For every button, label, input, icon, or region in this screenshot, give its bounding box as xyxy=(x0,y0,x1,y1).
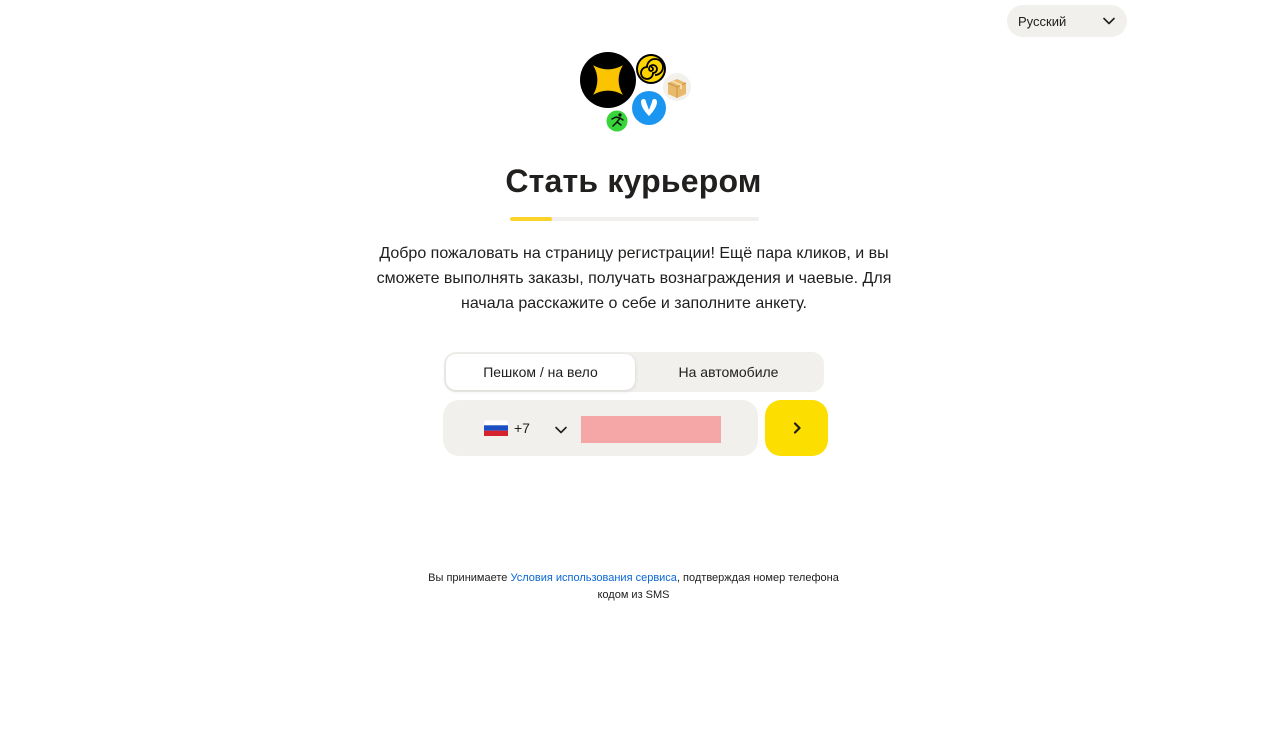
tab-walk-bike[interactable]: Пешком / на вело xyxy=(446,354,635,390)
chevron-right-icon xyxy=(793,422,801,434)
courier-type-tabs: Пешком / на вело На автомобиле xyxy=(444,352,824,392)
terms-prefix: Вы принимаете xyxy=(428,572,511,584)
progress-fill xyxy=(510,217,553,221)
registration-progress-bar xyxy=(510,217,759,221)
intro-text: Добро пожаловать на страницу регистрации… xyxy=(376,245,892,312)
blue-heart-icon xyxy=(630,89,668,127)
box-icon xyxy=(663,73,691,101)
country-selector[interactable]: +7 xyxy=(484,417,530,439)
spiral-icon xyxy=(636,54,666,84)
language-selector[interactable]: Русский xyxy=(1007,5,1127,37)
next-button[interactable] xyxy=(765,400,828,456)
phone-field: +7 xyxy=(443,400,758,456)
chevron-down-icon[interactable] xyxy=(555,421,567,439)
phone-number-input[interactable] xyxy=(581,416,721,443)
terms-link[interactable]: Условия использования сервиса xyxy=(510,572,677,584)
tab-car[interactable]: На автомобиле xyxy=(635,354,822,390)
app-logo-cluster xyxy=(578,50,696,134)
page-title: Стать курьером xyxy=(505,163,762,199)
runner-icon xyxy=(605,109,629,133)
language-value: Русский xyxy=(1018,13,1067,29)
terms-suffix: , подтверждая номер телефона xyxy=(676,572,839,584)
country-code: +7 xyxy=(514,420,530,436)
registration-page: Русский Стать курьером Добро пожаловать … xyxy=(0,0,1267,729)
yandex-pro-icon xyxy=(580,52,636,108)
terms-line2: кодом из SMS xyxy=(597,589,670,601)
terms-notice: Вы принимаете Условия использования серв… xyxy=(0,570,1267,604)
russia-flag-icon xyxy=(484,420,508,436)
chevron-down-icon xyxy=(1103,17,1115,25)
